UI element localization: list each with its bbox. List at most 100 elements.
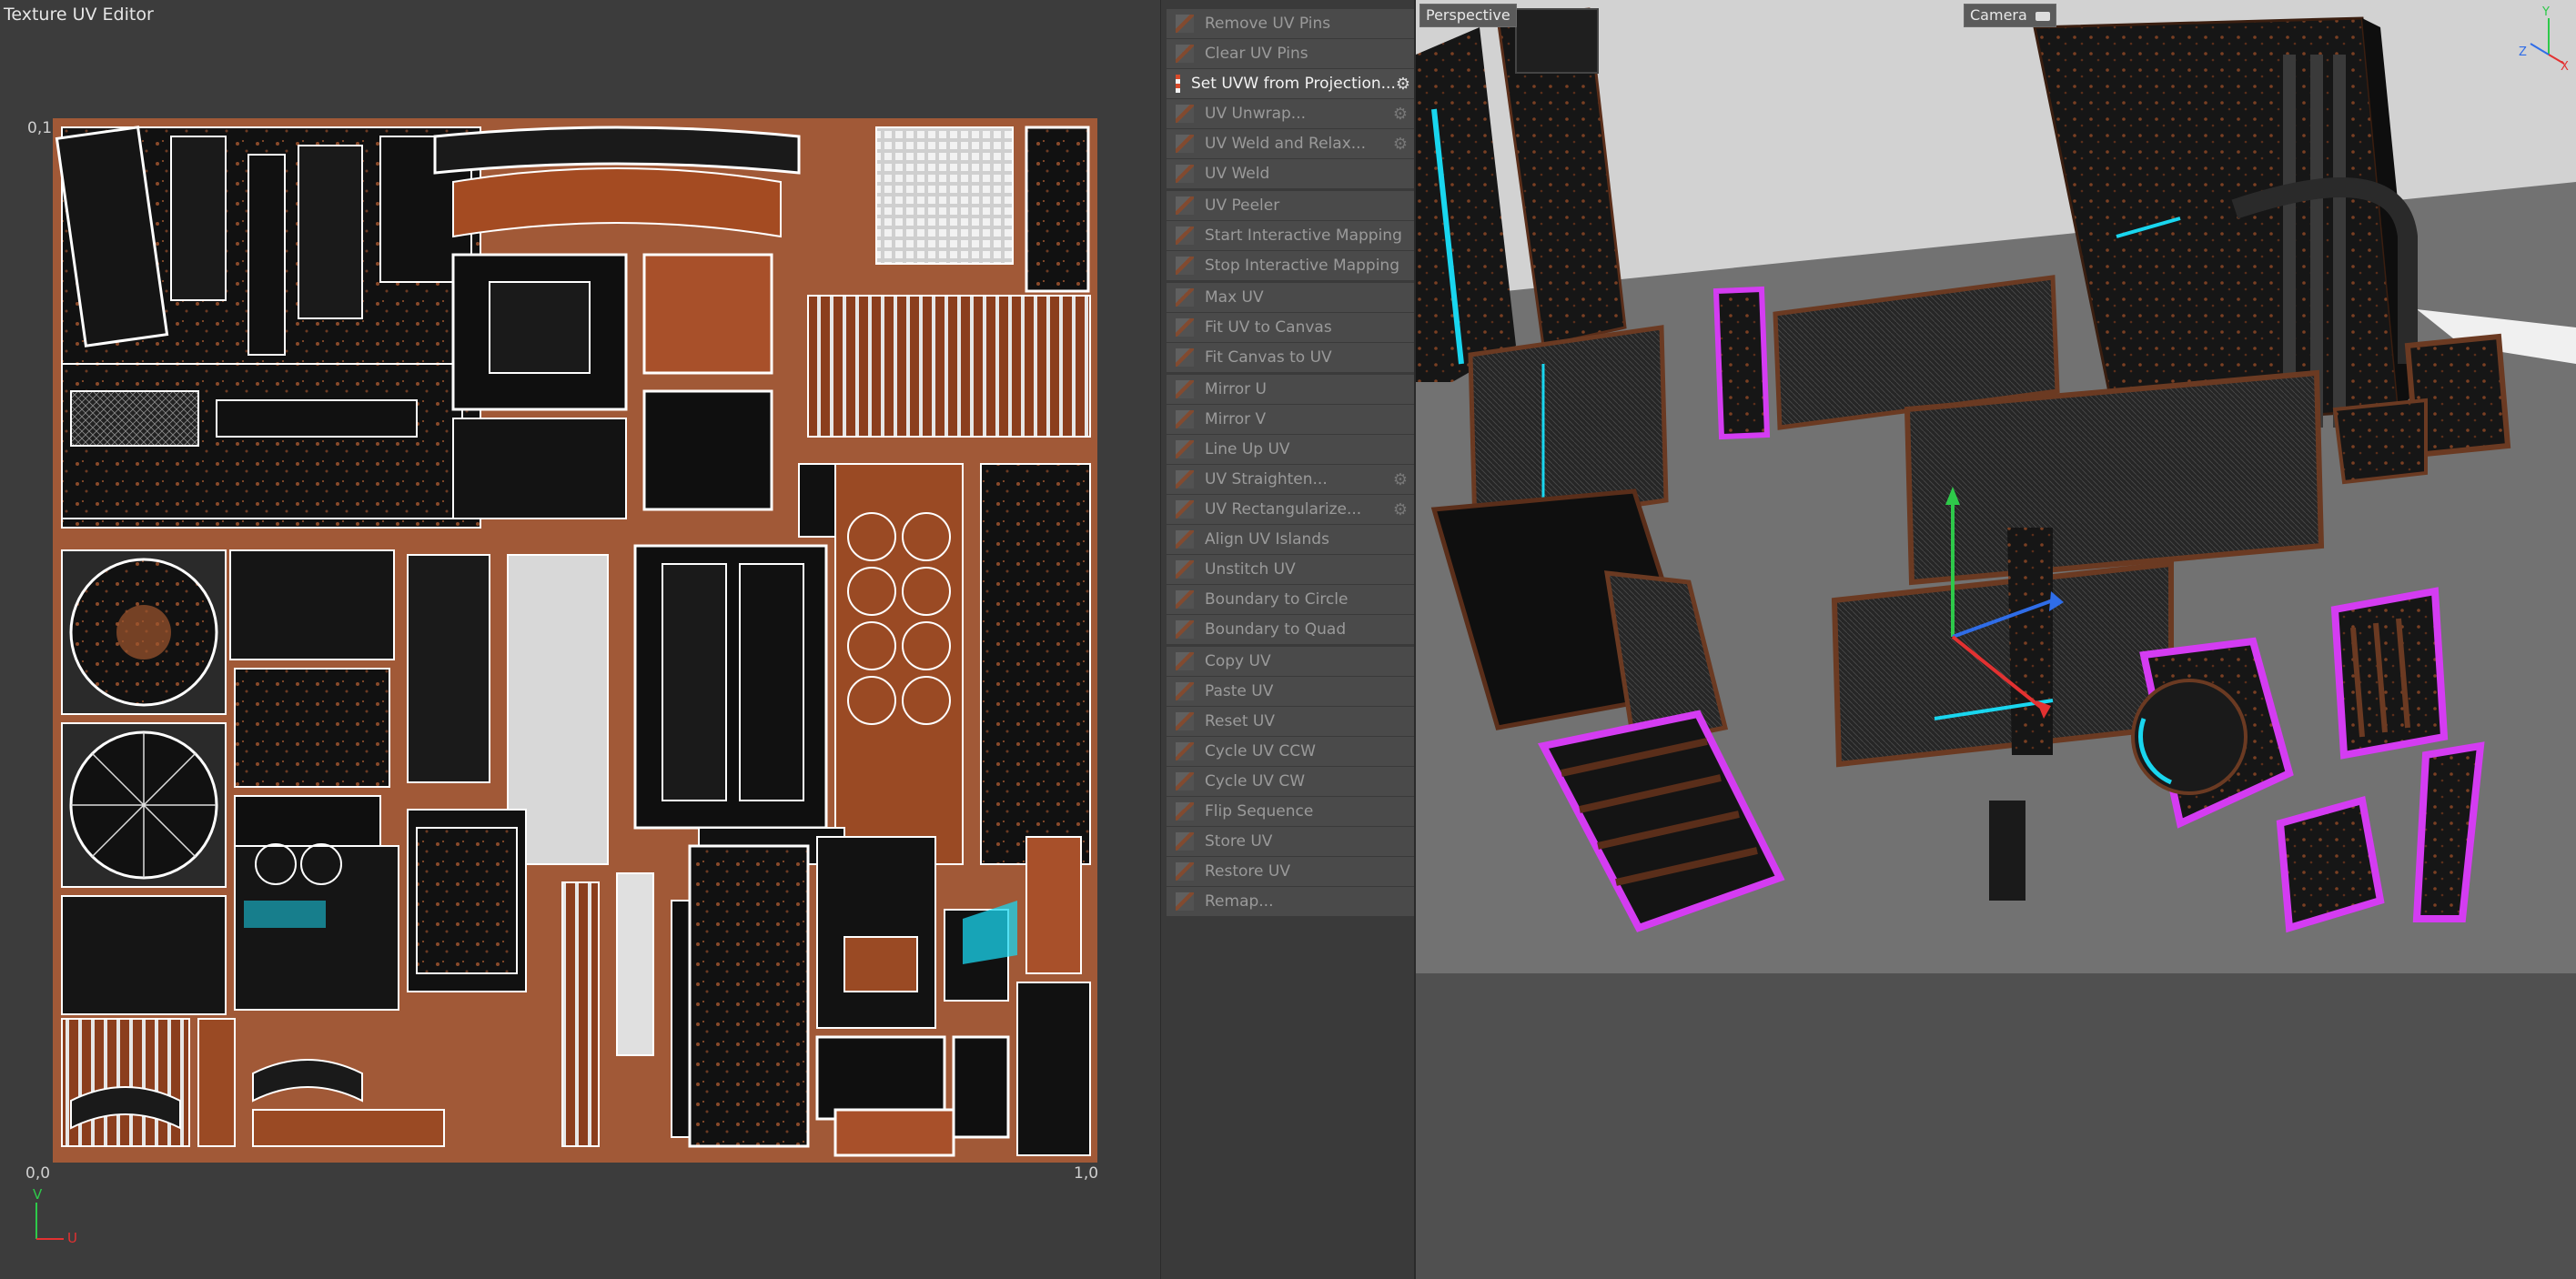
menu-item-copy[interactable]: Copy UV bbox=[1167, 647, 1414, 676]
menu-item-label: UV Peeler bbox=[1205, 196, 1280, 215]
camera-menu[interactable]: Camera bbox=[1964, 4, 2056, 27]
camera-label: Camera bbox=[1970, 6, 2027, 24]
menu-item-line-up[interactable]: Line Up UV bbox=[1167, 435, 1414, 464]
uv-corner-top-left: 0,1 bbox=[27, 119, 53, 137]
menu-item-label: Clear UV Pins bbox=[1205, 45, 1308, 63]
menu-item-cycle-ccw[interactable]: Cycle UV CCW bbox=[1167, 737, 1414, 766]
menu-item-paste[interactable]: Paste UV bbox=[1167, 677, 1414, 706]
menu-item-label: Boundary to Quad bbox=[1205, 620, 1347, 639]
menu-item-label: Unstitch UV bbox=[1205, 560, 1296, 579]
menu-item-label: Mirror U bbox=[1205, 380, 1267, 398]
gear-icon[interactable]: ⚙ bbox=[1396, 74, 1410, 94]
menu-item-label: Reset UV bbox=[1205, 712, 1275, 730]
menu-item-label: Remap... bbox=[1205, 892, 1274, 911]
menu-item-mirror-u[interactable]: Mirror U bbox=[1167, 375, 1414, 404]
menu-item-pin-clear[interactable]: Clear UV Pins bbox=[1167, 39, 1414, 68]
view-axis-y-label: Y bbox=[2542, 5, 2550, 19]
menu-item-flip-sequence[interactable]: Flip Sequence bbox=[1167, 797, 1414, 826]
rectangularize-icon bbox=[1176, 500, 1194, 519]
menu-item-weld[interactable]: UV Weld bbox=[1167, 159, 1414, 188]
menu-item-straighten[interactable]: UV Straighten... ⚙ bbox=[1167, 465, 1414, 494]
align-islands-icon bbox=[1176, 530, 1194, 549]
remap-icon bbox=[1176, 892, 1194, 911]
menu-item-label: Store UV bbox=[1205, 832, 1273, 851]
gear-icon[interactable]: ⚙ bbox=[1390, 499, 1410, 519]
menu-item-label: UV Weld bbox=[1205, 165, 1270, 183]
view-axis-x-label: X bbox=[2561, 60, 2569, 74]
menu-item-fit-canvas[interactable]: Fit Canvas to UV bbox=[1167, 343, 1414, 372]
menu-item-label: Stop Interactive Mapping bbox=[1205, 257, 1399, 275]
uv-corner-bottom-right: 1,0 bbox=[1074, 1164, 1099, 1183]
mirror-u-icon bbox=[1176, 380, 1194, 398]
copy-icon bbox=[1176, 652, 1194, 670]
viewport-scene bbox=[1416, 0, 2576, 1279]
menu-item-store[interactable]: Store UV bbox=[1167, 827, 1414, 856]
uv-editor-title: Texture UV Editor bbox=[4, 5, 154, 25]
camera-icon bbox=[2035, 11, 2050, 21]
unwrap-icon bbox=[1176, 105, 1194, 123]
weld-relax-icon bbox=[1176, 135, 1194, 153]
menu-item-fit-uv[interactable]: Fit UV to Canvas bbox=[1167, 313, 1414, 342]
uv-axis-v-label: V bbox=[33, 1186, 43, 1203]
flip-sequence-icon bbox=[1176, 802, 1194, 821]
fit-uv-icon bbox=[1176, 318, 1194, 337]
uv-axis-u-label: U bbox=[67, 1230, 77, 1246]
menu-item-label: Restore UV bbox=[1205, 862, 1290, 881]
menu-item-label: Remove UV Pins bbox=[1205, 15, 1331, 33]
menu-item-label: Paste UV bbox=[1205, 682, 1274, 700]
menu-item-label: UV Straighten... bbox=[1205, 470, 1328, 488]
cycle-ccw-icon bbox=[1176, 742, 1194, 760]
menu-item-rectangularize[interactable]: UV Rectangularize... ⚙ bbox=[1167, 495, 1414, 524]
fit-canvas-icon bbox=[1176, 348, 1194, 367]
checker-icon bbox=[1176, 75, 1181, 93]
unstitch-icon bbox=[1176, 560, 1194, 579]
boundary-circle-icon bbox=[1176, 590, 1194, 609]
menu-item-peeler[interactable]: UV Peeler bbox=[1167, 191, 1414, 220]
line-up-icon bbox=[1176, 440, 1194, 458]
max-uv-icon bbox=[1176, 288, 1194, 307]
interactive-stop-icon bbox=[1176, 257, 1194, 275]
uv-editor-panel: Texture UV Editor 0,1 0,0 1,0 V U bbox=[0, 0, 1160, 1279]
viewport-name-label[interactable]: Perspective bbox=[1419, 4, 1517, 27]
menu-item-interactive-start[interactable]: Start Interactive Mapping bbox=[1167, 221, 1414, 250]
menu-item-pin[interactable]: Remove UV Pins bbox=[1167, 9, 1414, 38]
gear-icon[interactable]: ⚙ bbox=[1390, 469, 1410, 489]
gear-icon[interactable]: ⚙ bbox=[1390, 134, 1410, 154]
menu-item-remap[interactable]: Remap... bbox=[1167, 887, 1414, 916]
menu-item-cycle-cw[interactable]: Cycle UV CW bbox=[1167, 767, 1414, 796]
menu-item-label: Flip Sequence bbox=[1205, 802, 1314, 821]
3d-viewport[interactable]: Perspective Camera Y Z X bbox=[1416, 0, 2576, 1279]
paste-icon bbox=[1176, 682, 1194, 700]
uv-commands-list: Remove UV Pins Clear UV Pins Set UVW from … bbox=[1167, 0, 1414, 917]
menu-item-label: UV Unwrap... bbox=[1205, 105, 1307, 123]
menu-item-reset[interactable]: Reset UV bbox=[1167, 707, 1414, 736]
uv-layout-texture bbox=[53, 118, 1097, 1163]
menu-item-label: Mirror V bbox=[1205, 410, 1267, 428]
menu-item-boundary-circle[interactable]: Boundary to Circle bbox=[1167, 585, 1414, 614]
store-icon bbox=[1176, 832, 1194, 851]
menu-item-label: Line Up UV bbox=[1205, 440, 1290, 458]
menu-item-label: UV Rectangularize... bbox=[1205, 500, 1362, 519]
menu-item-weld-relax[interactable]: UV Weld and Relax... ⚙ bbox=[1167, 129, 1414, 158]
view-axis-z-label: Z bbox=[2519, 45, 2527, 59]
gear-icon[interactable]: ⚙ bbox=[1390, 104, 1410, 124]
menu-item-interactive-stop[interactable]: Stop Interactive Mapping bbox=[1167, 251, 1414, 280]
menu-item-label: Copy UV bbox=[1205, 652, 1271, 670]
uv-commands-panel: Remove UV Pins Clear UV Pins Set UVW from … bbox=[1160, 0, 1417, 1279]
menu-item-mirror-v[interactable]: Mirror V bbox=[1167, 405, 1414, 434]
menu-item-align-islands[interactable]: Align UV Islands bbox=[1167, 525, 1414, 554]
menu-item-label: Fit UV to Canvas bbox=[1205, 318, 1332, 337]
menu-item-restore[interactable]: Restore UV bbox=[1167, 857, 1414, 886]
straighten-icon bbox=[1176, 470, 1194, 488]
uv-canvas[interactable] bbox=[53, 118, 1097, 1163]
menu-item-boundary-quad[interactable]: Boundary to Quad bbox=[1167, 615, 1414, 644]
menu-item-label: Cycle UV CCW bbox=[1205, 742, 1316, 760]
pin-icon bbox=[1176, 15, 1194, 33]
menu-item-checker[interactable]: Set UVW from Projection... ⚙ bbox=[1167, 69, 1414, 98]
menu-item-unstitch[interactable]: Unstitch UV bbox=[1167, 555, 1414, 584]
peeler-icon bbox=[1176, 196, 1194, 215]
menu-item-unwrap[interactable]: UV Unwrap... ⚙ bbox=[1167, 99, 1414, 128]
reset-icon bbox=[1176, 712, 1194, 730]
menu-item-max-uv[interactable]: Max UV bbox=[1167, 283, 1414, 312]
menu-item-label: Align UV Islands bbox=[1205, 530, 1329, 549]
